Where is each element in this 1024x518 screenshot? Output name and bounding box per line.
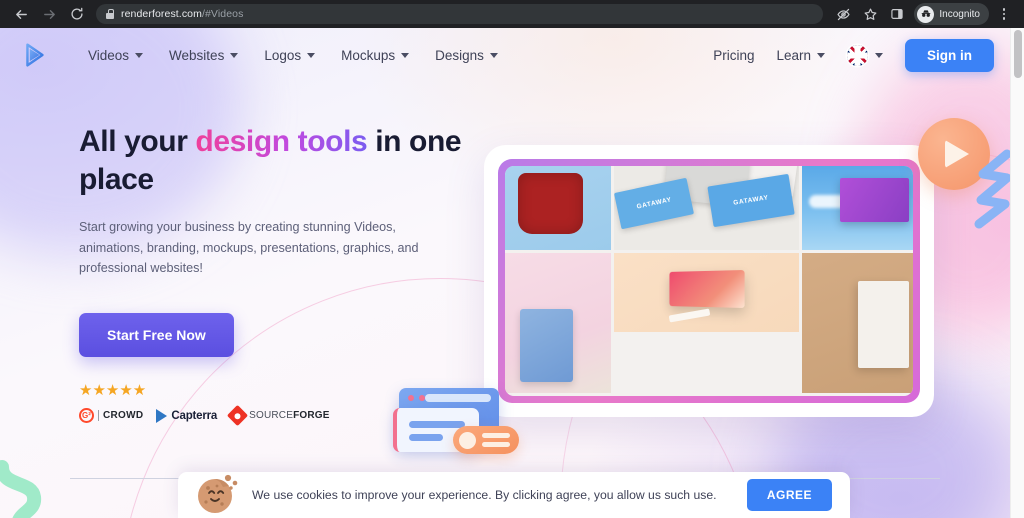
g2-label: CROWD: [98, 410, 143, 422]
site-header: Videos Websites Logos Mockups Designs Pr…: [0, 28, 1010, 82]
cookie-agree-button[interactable]: AGREE: [746, 479, 832, 511]
nav-label: Mockups: [341, 47, 396, 63]
nav-item-mockups[interactable]: Mockups: [341, 47, 410, 63]
forward-arrow-icon[interactable]: [36, 1, 62, 27]
scrollbar-thumb[interactable]: [1014, 30, 1022, 78]
main-navigation: Videos Websites Logos Mockups Designs: [88, 48, 498, 63]
design-tools-collage-image[interactable]: GATAWAY GATAWAY: [484, 145, 934, 417]
nav-item-pricing[interactable]: Pricing: [713, 48, 754, 63]
collage-cell-tote-bag: [802, 253, 913, 393]
page-scrollbar[interactable]: [1010, 28, 1024, 518]
review-badges: G² CROWD Capterra SOURCEFORGE: [79, 405, 479, 427]
nav-label: Logos: [264, 47, 302, 63]
learn-label: Learn: [776, 47, 811, 63]
browser-toolbar: renderforest.com/#Videos Incognito: [0, 0, 1024, 28]
address-bar[interactable]: renderforest.com/#Videos: [96, 4, 824, 24]
pill-lines-icon: [482, 433, 510, 447]
language-selector[interactable]: [847, 44, 883, 66]
chevron-down-icon: [489, 52, 498, 58]
pill-knob-icon: [459, 431, 476, 449]
chevron-down-icon: [307, 52, 316, 58]
nav-label: Videos: [88, 47, 130, 63]
hero-title-highlight: design tools: [195, 125, 368, 158]
nav-item-designs[interactable]: Designs: [435, 48, 498, 63]
collage-cell-business-cards: GATAWAY GATAWAY: [613, 166, 800, 251]
window-line-two: [409, 434, 443, 441]
billboard-screen: [840, 177, 909, 222]
back-arrow-icon[interactable]: [8, 1, 34, 27]
uk-flag-icon: [847, 44, 868, 66]
side-panel-icon[interactable]: [885, 2, 909, 26]
pricing-label: Pricing: [713, 47, 755, 63]
sourceforge-label: SOURCEFORGE: [249, 410, 330, 421]
url-text: renderforest.com/#Videos: [121, 8, 244, 20]
nav-item-videos[interactable]: Videos: [88, 47, 144, 63]
monitor-screen: [668, 269, 745, 308]
incognito-label: Incognito: [939, 8, 980, 20]
chevron-down-icon: [401, 52, 410, 58]
collage-cell-tshirt: [505, 166, 611, 251]
incognito-avatar-icon: [917, 5, 935, 23]
sf-light: SOURCE: [249, 410, 294, 422]
header-right-actions: Pricing Learn Sign in: [713, 38, 994, 72]
sourceforge-logo-icon: [226, 405, 249, 427]
capterra-badge[interactable]: Capterra: [156, 408, 218, 423]
collage-cell-monitor: [613, 253, 800, 333]
webpage-viewport: Videos Websites Logos Mockups Designs Pr…: [0, 28, 1024, 518]
cookie-consent-banner: We use cookies to improve your experienc…: [178, 472, 850, 518]
g2-logo-icon: G²: [79, 408, 94, 424]
chevron-down-icon: [135, 52, 144, 58]
chevron-down-icon: [875, 52, 883, 58]
cookie-character-icon: [198, 474, 238, 513]
keyboard-shape: [668, 308, 711, 323]
three-dots-menu-icon[interactable]: [992, 2, 1016, 26]
sf-bold: FORGE: [293, 410, 330, 422]
nav-label: Websites: [169, 47, 225, 63]
collage-cell-book: [505, 253, 611, 393]
hero-subtitle: Start growing your business by creating …: [79, 220, 419, 275]
hero-title-part1: All your: [79, 125, 196, 158]
g2-crowd-badge[interactable]: G² CROWD: [79, 408, 143, 424]
capterra-label: Capterra: [171, 409, 218, 422]
reload-icon[interactable]: [64, 1, 90, 27]
renderforest-play-logo[interactable]: [18, 39, 50, 71]
browser-actions: Incognito: [831, 2, 1016, 26]
start-free-now-button[interactable]: Start Free Now: [79, 313, 234, 358]
hero-content: All your design tools in one place Start…: [79, 123, 479, 427]
nav-item-websites[interactable]: Websites: [169, 47, 239, 63]
play-triangle-icon: [945, 140, 969, 168]
star-rating: ★★★★★: [79, 381, 479, 399]
nav-item-learn[interactable]: Learn: [776, 48, 825, 63]
star-bookmark-icon[interactable]: [858, 2, 882, 26]
eye-off-icon[interactable]: [831, 2, 855, 26]
sign-in-button[interactable]: Sign in: [905, 38, 994, 72]
page-title: All your design tools in one place: [79, 123, 479, 199]
chevron-down-icon: [817, 52, 825, 58]
nav-item-logos[interactable]: Logos: [264, 47, 316, 63]
orange-pill-decor: [453, 426, 519, 454]
collage-grid: GATAWAY GATAWAY: [505, 166, 913, 396]
chevron-down-icon: [230, 52, 239, 58]
capterra-logo-icon: [156, 408, 168, 423]
card-blue-left: GATAWAY: [614, 177, 695, 230]
incognito-indicator[interactable]: Incognito: [914, 3, 989, 25]
stars-icon: ★★★★★: [79, 382, 147, 400]
sourceforge-badge[interactable]: SOURCEFORGE: [226, 405, 330, 427]
lock-icon: [106, 9, 114, 19]
nav-label: Designs: [435, 47, 484, 63]
collage-gradient-frame: GATAWAY GATAWAY: [498, 159, 920, 403]
collage-cell-billboard: [802, 166, 913, 251]
cookie-message: We use cookies to improve your experienc…: [252, 488, 717, 502]
